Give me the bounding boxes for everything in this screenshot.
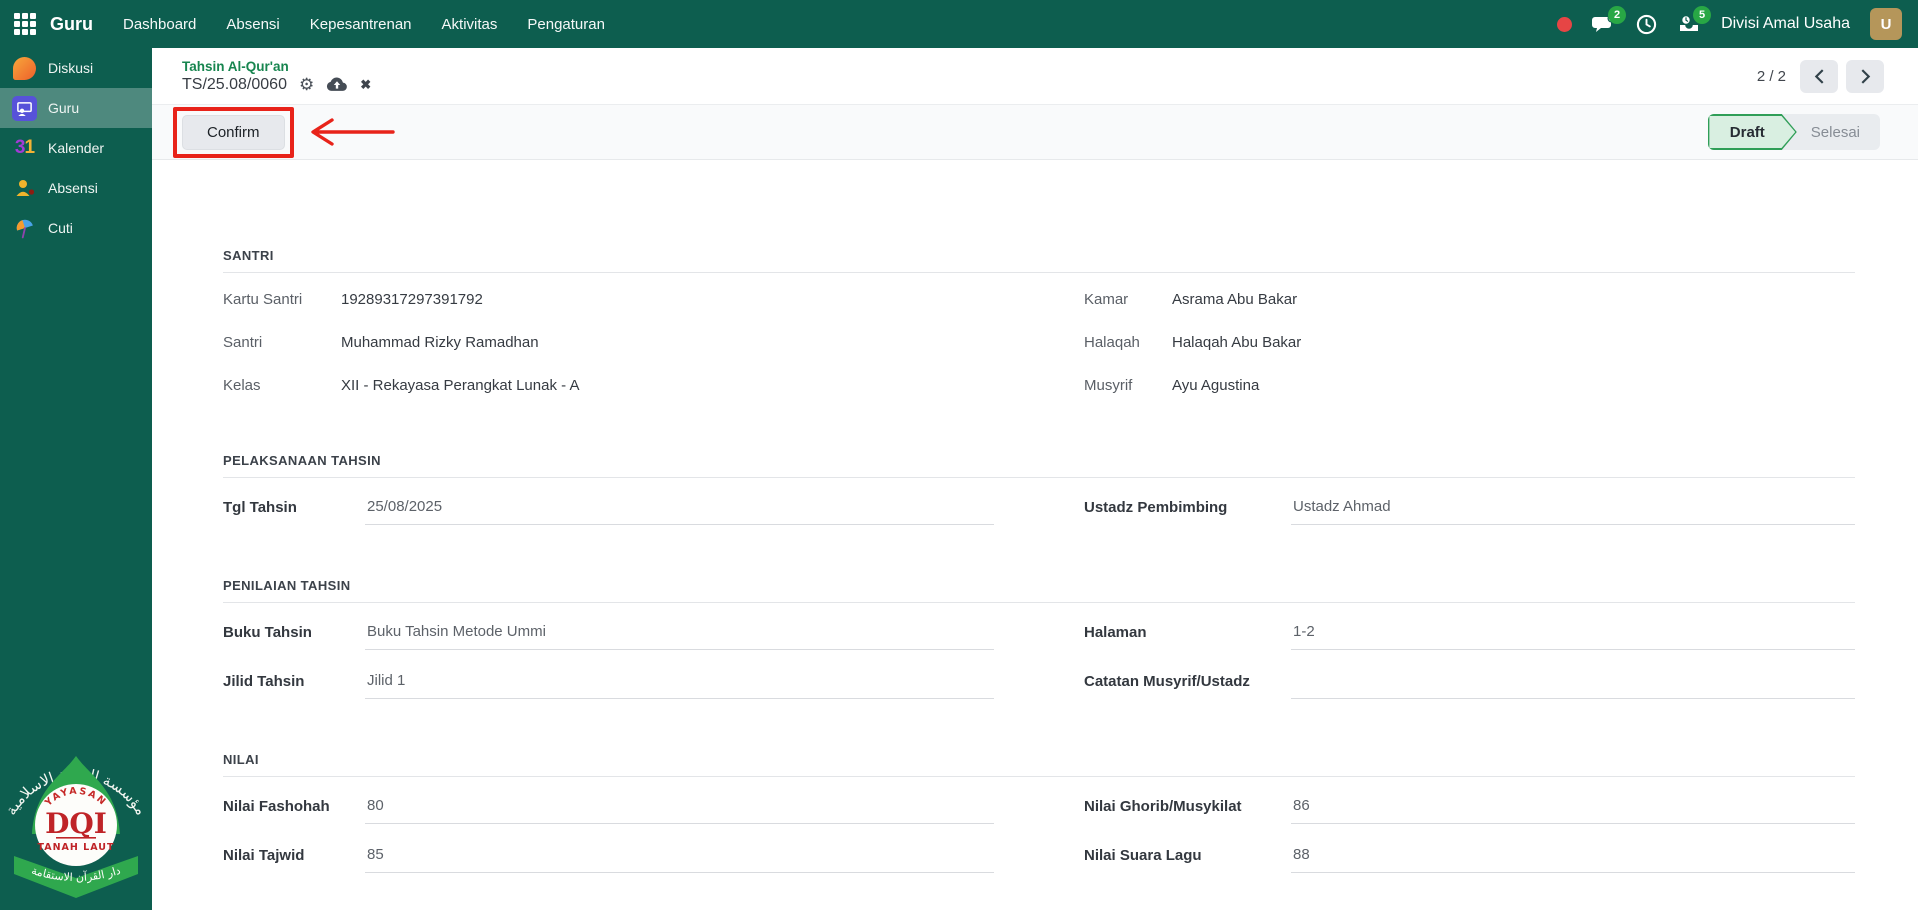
sidebar-item-cuti[interactable]: Cuti (0, 208, 152, 248)
section-nilai: NILAI Nilai Fashohah 80 Nilai Tajwid 85 (223, 752, 1855, 880)
field-kartu-santri: Kartu Santri 19289317297391792 (223, 291, 483, 308)
user-company-menu[interactable]: Divisi Amal Usaha (1721, 15, 1850, 33)
systray: 2 5 Divisi Amal Usaha U (1557, 6, 1902, 40)
field-tgl-tahsin: Tgl Tahsin 25/08/2025 (223, 483, 994, 532)
section-title: SANTRI (223, 248, 274, 263)
messages-badge: 2 (1608, 6, 1627, 24)
top-navbar: Guru Dashboard Absensi Kepesantrenan Akt… (0, 0, 1918, 48)
discuss-icon (12, 56, 37, 81)
nilai-suara-input[interactable]: 88 (1291, 839, 1855, 873)
sidebar-label: Diskusi (48, 60, 94, 76)
sidebar-item-absensi[interactable]: Absensi (0, 168, 152, 208)
sidebar-label: Absensi (48, 180, 98, 196)
sidebar-label: Guru (48, 100, 80, 116)
sidebar-label: Cuti (48, 220, 73, 236)
field-nilai-ghorib: Nilai Ghorib/Musykilat 86 (1084, 782, 1855, 831)
confirm-button[interactable]: Confirm (182, 114, 285, 150)
nav-kepesantrenan[interactable]: Kepesantrenan (310, 16, 412, 33)
chevron-left-icon (1814, 68, 1823, 84)
field-halaman: Halaman 1-2 (1084, 608, 1855, 657)
halaman-input[interactable]: 1-2 (1291, 616, 1855, 650)
nilai-tajwid-input[interactable]: 85 (365, 839, 994, 873)
pager-prev-button[interactable] (1800, 59, 1838, 93)
attendance-person-icon (12, 176, 37, 201)
field-kelas: Kelas XII - Rekayasa Perangkat Lunak - A (223, 377, 580, 394)
field-nilai-suara: Nilai Suara Lagu 88 (1084, 831, 1855, 880)
gear-icon[interactable]: ⚙ (299, 76, 314, 93)
cloud-save-icon[interactable] (326, 76, 348, 93)
foundation-logo: مؤسسة التربية الاسلامية YAYASAN DQI TANA… (0, 728, 152, 910)
form-sheet: SANTRI Kartu Santri 19289317297391792 Sa… (152, 160, 1918, 910)
field-kamar: Kamar Asrama Abu Bakar (1084, 291, 1298, 308)
main-content: Tahsin Al-Qur'an TS/25.08/0060 ⚙ ✖ 2 / 2 (152, 48, 1918, 910)
field-nilai-tajwid: Nilai Tajwid 85 (223, 831, 994, 880)
section-penilaian: PENILAIAN TAHSIN Buku Tahsin Buku Tahsin… (223, 578, 1855, 706)
buku-tahsin-input[interactable]: Buku Tahsin Metode Ummi (365, 616, 994, 650)
nav-aktivitas[interactable]: Aktivitas (442, 16, 498, 33)
activities-icon[interactable]: 5 (1677, 6, 1712, 35)
record-pager: 2 / 2 (1756, 59, 1884, 93)
nav-absensi[interactable]: Absensi (226, 16, 279, 33)
field-buku-tahsin: Buku Tahsin Buku Tahsin Metode Ummi (223, 608, 994, 657)
messages-icon[interactable]: 2 (1592, 6, 1627, 35)
calendar-31-icon: 31 (14, 137, 35, 158)
activities-badge: 5 (1693, 6, 1712, 24)
section-title: PELAKSANAAN TAHSIN (223, 453, 381, 468)
field-jilid-tahsin: Jilid Tahsin Jilid 1 (223, 657, 994, 706)
nilai-ghorib-input[interactable]: 86 (1291, 790, 1855, 824)
sidebar-label: Kalender (48, 140, 105, 156)
apps-grid-icon[interactable] (14, 13, 36, 35)
status-dot-icon (1557, 16, 1573, 32)
svg-text:TANAH LAUT: TANAH LAUT (38, 842, 115, 853)
catatan-input[interactable] (1291, 665, 1855, 699)
field-santri: Santri Muhammad Rizky Ramadhan (223, 334, 539, 351)
section-title: NILAI (223, 752, 259, 767)
status-bar: Draft Selesai (1707, 114, 1880, 150)
nav-pengaturan[interactable]: Pengaturan (527, 16, 605, 33)
nav-dashboard[interactable]: Dashboard (123, 16, 196, 33)
left-sidebar: Diskusi Guru 31 Kalender Absensi Cuti مؤ… (0, 48, 152, 910)
breadcrumb-bar: Tahsin Al-Qur'an TS/25.08/0060 ⚙ ✖ 2 / 2 (152, 48, 1918, 105)
section-santri: SANTRI Kartu Santri 19289317297391792 Sa… (223, 248, 1855, 407)
teacher-board-icon (12, 95, 37, 121)
stage-draft[interactable]: Draft (1708, 114, 1797, 150)
chevron-right-icon (1861, 68, 1870, 84)
svg-text:DQI: DQI (45, 807, 107, 840)
section-title: PENILAIAN TAHSIN (223, 578, 351, 593)
pager-next-button[interactable] (1846, 59, 1884, 93)
annotation-arrow (310, 118, 395, 146)
field-catatan: Catatan Musyrif/Ustadz (1084, 657, 1855, 706)
clock-icon[interactable] (1636, 14, 1657, 35)
pager-count: 2 / 2 (1756, 67, 1786, 85)
field-ustadz-pembimbing: Ustadz Pembimbing Ustadz Ahmad (1084, 483, 1855, 532)
tgl-tahsin-input[interactable]: 25/08/2025 (365, 491, 994, 525)
form-action-bar: Confirm Draft Selesai (152, 105, 1918, 160)
discard-close-icon[interactable]: ✖ (360, 77, 371, 93)
field-halaqah: Halaqah Halaqah Abu Bakar (1084, 334, 1302, 351)
umbrella-timeoff-icon (12, 216, 37, 241)
record-name: TS/25.08/0060 (182, 75, 287, 93)
user-avatar[interactable]: U (1870, 8, 1902, 40)
field-musyrif: Musyrif Ayu Agustina (1084, 377, 1260, 394)
sidebar-item-kalender[interactable]: 31 Kalender (0, 128, 152, 168)
breadcrumb-parent-link[interactable]: Tahsin Al-Qur'an (182, 59, 371, 74)
sidebar-item-diskusi[interactable]: Diskusi (0, 48, 152, 88)
jilid-tahsin-input[interactable]: Jilid 1 (365, 665, 994, 699)
ustadz-pembimbing-input[interactable]: Ustadz Ahmad (1291, 491, 1855, 525)
nilai-fashohah-input[interactable]: 80 (365, 790, 994, 824)
stage-selesai[interactable]: Selesai (1797, 114, 1880, 150)
field-nilai-fashohah: Nilai Fashohah 80 (223, 782, 994, 831)
app-brand[interactable]: Guru (50, 14, 93, 35)
sidebar-item-guru[interactable]: Guru (0, 88, 152, 128)
app-window: Guru Dashboard Absensi Kepesantrenan Akt… (0, 0, 1918, 910)
section-pelaksanaan: PELAKSANAAN TAHSIN Tgl Tahsin 25/08/2025… (223, 453, 1855, 532)
